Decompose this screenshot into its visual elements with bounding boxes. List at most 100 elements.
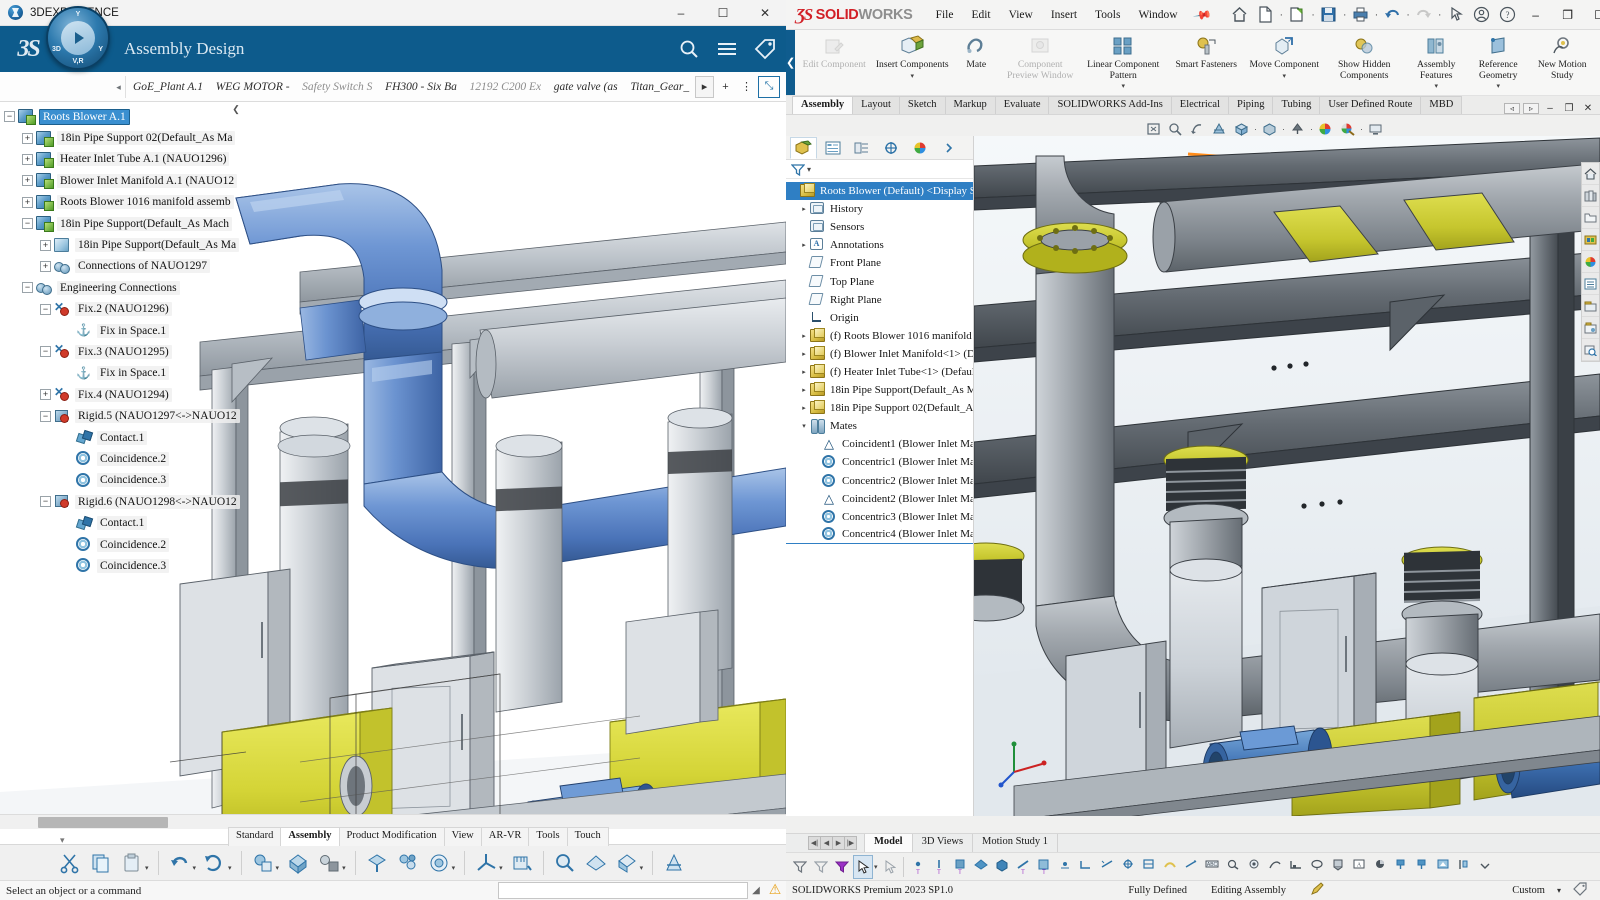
insert-components-caret[interactable]: ▾ (910, 72, 914, 80)
point-icon[interactable]: T (908, 855, 928, 879)
tree-item-mate[interactable]: △ Coincident1 (Blower Inlet Ma (786, 435, 973, 453)
snap-icon[interactable] (394, 849, 422, 877)
annotation-icon[interactable]: ABC (1202, 855, 1222, 879)
center-mark-icon[interactable] (1097, 855, 1117, 879)
tag-icon[interactable] (754, 38, 776, 60)
tab-view[interactable]: View (443, 827, 482, 846)
tree-expander[interactable]: + (22, 153, 33, 165)
search-library-icon[interactable] (1582, 339, 1599, 361)
linear-pattern-caret[interactable]: ▾ (1121, 82, 1125, 90)
tree-item-engineering-connections[interactable]: − Engineering Connections (0, 277, 260, 298)
mate-button[interactable]: Mate (951, 30, 1001, 95)
tree-expander[interactable]: + (40, 239, 51, 251)
open-file-icon[interactable] (1582, 207, 1599, 229)
breadcrumb-next-button[interactable]: ▸ (695, 75, 714, 98)
document-restore-button[interactable]: ❐ (1561, 103, 1577, 114)
section-icon[interactable] (1328, 855, 1348, 879)
tree-item-roots-blower[interactable]: − Roots Blower A.1 (0, 106, 260, 127)
tree-item[interactable]: − 18in Pipe Support(Default_As Mach (0, 213, 260, 234)
home-icon[interactable] (1228, 3, 1252, 27)
table-icon[interactable] (1265, 855, 1285, 879)
replace-dropdown-caret[interactable]: ▾ (342, 864, 346, 880)
tree-item-top-plane[interactable]: Top Plane (786, 272, 973, 290)
tree-expander[interactable]: ▸ (798, 404, 810, 412)
appearances-icon[interactable] (1582, 229, 1599, 251)
tab-evaluate[interactable]: Evaluate (994, 96, 1050, 114)
feature-manager-icon[interactable] (790, 136, 817, 159)
tab-model[interactable]: Model (864, 834, 913, 852)
datum-icon[interactable] (1307, 855, 1327, 879)
assemble-component-icon[interactable] (249, 849, 277, 877)
maximize-button[interactable]: ☐ (1584, 0, 1600, 30)
manipulate-icon[interactable] (363, 849, 391, 877)
tab-touch[interactable]: Touch (566, 827, 609, 846)
hamburger-menu-icon[interactable] (716, 40, 738, 58)
tree-item[interactable]: − Fix.2 (NAUO1296) (0, 299, 260, 320)
breadcrumb-item[interactable]: Safety Switch S (295, 81, 378, 93)
tree-item[interactable]: Coincidence.3 (0, 555, 260, 576)
bill-of-materials-button[interactable]: Bill of Materials (1595, 30, 1600, 95)
dropdown-dot[interactable]: · (1254, 124, 1257, 134)
breadcrumb-item[interactable]: GoE_Plant A.1 (126, 81, 209, 93)
tree-item[interactable]: + Heater Inlet Tube A.1 (NAUO1296) (0, 149, 260, 170)
close-button[interactable]: ✕ (744, 0, 786, 26)
warning-icon[interactable]: ⚠ (764, 882, 786, 899)
face-icon[interactable]: T (1034, 855, 1054, 879)
plane-icon[interactable]: T (950, 855, 970, 879)
dropdown-dot[interactable]: · (1280, 9, 1284, 21)
breadcrumb-item[interactable]: WEG MOTOR - (209, 81, 295, 93)
tab-solidworks-add-ins[interactable]: SOLIDWORKS Add-Ins (1048, 96, 1172, 114)
line-icon[interactable]: T (929, 855, 949, 879)
home-3dexperience-icon[interactable] (1582, 163, 1599, 185)
dropdown-dot[interactable]: · (1343, 9, 1347, 21)
tree-item[interactable]: − Rigid.6 (NAUO1298<->NAUO12 (0, 491, 260, 512)
tree-item[interactable]: + 18in Pipe Support 02(Default_As Ma (0, 127, 260, 148)
tree-expander[interactable]: − (40, 303, 51, 315)
tab-piping[interactable]: Piping (1228, 96, 1274, 114)
view-orientation-icon[interactable] (1232, 121, 1251, 137)
menu-file[interactable]: File (927, 5, 963, 25)
open-document-icon[interactable] (1285, 3, 1309, 27)
minimize-button[interactable]: – (1520, 0, 1552, 30)
tab-electrical[interactable]: Electrical (1170, 96, 1230, 114)
dropdown-dot[interactable]: · (1310, 124, 1313, 134)
tree-expander[interactable]: + (22, 132, 33, 144)
tree-item[interactable]: + Fix.4 (NAUO1294) (0, 384, 260, 405)
menu-insert[interactable]: Insert (1042, 5, 1086, 25)
dimension-icon[interactable] (1181, 855, 1201, 879)
tree-expander[interactable]: ▸ (798, 332, 810, 340)
reference-geometry-button[interactable]: Reference Geometry ▾ (1467, 30, 1529, 95)
tree-item-mates[interactable]: ▾ Mates (786, 417, 973, 435)
dropdown-dot[interactable]: · (1311, 9, 1315, 21)
tree-item-annotations[interactable]: ▸ A Annotations (786, 236, 973, 254)
tree-item[interactable]: ⚓ Fix in Space.1 (0, 363, 260, 384)
document-close-button[interactable]: ✕ (1580, 103, 1596, 114)
filter-dropdown-caret[interactable]: ▾ (807, 165, 811, 174)
custom-properties-icon[interactable] (1582, 273, 1599, 295)
tree-expander[interactable]: ▸ (798, 241, 810, 249)
move-component-button[interactable]: Move Component ▾ (1245, 30, 1323, 95)
tree-item[interactable]: Coincidence.2 (0, 534, 260, 555)
select-arrow-icon[interactable] (853, 854, 873, 879)
vertex-icon[interactable] (1055, 855, 1075, 879)
save-icon[interactable] (1317, 3, 1341, 27)
tree-item-origin[interactable]: Origin (786, 309, 973, 327)
crop-icon[interactable] (1391, 855, 1411, 879)
print-icon[interactable] (1349, 3, 1373, 27)
breadcrumb-item[interactable]: Titan_Gear_ (623, 81, 695, 93)
select-dropdown-caret[interactable]: ▾ (874, 863, 878, 871)
menu-view[interactable]: View (1000, 5, 1042, 25)
tab-standard[interactable]: Standard (228, 827, 282, 846)
redo-icon[interactable] (1412, 3, 1436, 27)
break-icon[interactable] (1370, 855, 1390, 879)
existing-component-icon[interactable] (284, 849, 312, 877)
feature-tree-filter[interactable]: ▾ (786, 160, 973, 179)
menu-edit[interactable]: Edit (962, 5, 999, 25)
tab-mbd[interactable]: MBD (1420, 96, 1463, 114)
sketch-icon[interactable] (1139, 855, 1159, 879)
view-mode-icon[interactable] (613, 849, 641, 877)
assembly-features-caret[interactable]: ▾ (1434, 82, 1438, 90)
zoom-to-fit-icon[interactable] (1144, 121, 1163, 137)
tree-item-component[interactable]: ▸ (f) Heater Inlet Tube<1> (Default) (786, 363, 973, 381)
tab-3d-views[interactable]: 3D Views (913, 834, 974, 852)
